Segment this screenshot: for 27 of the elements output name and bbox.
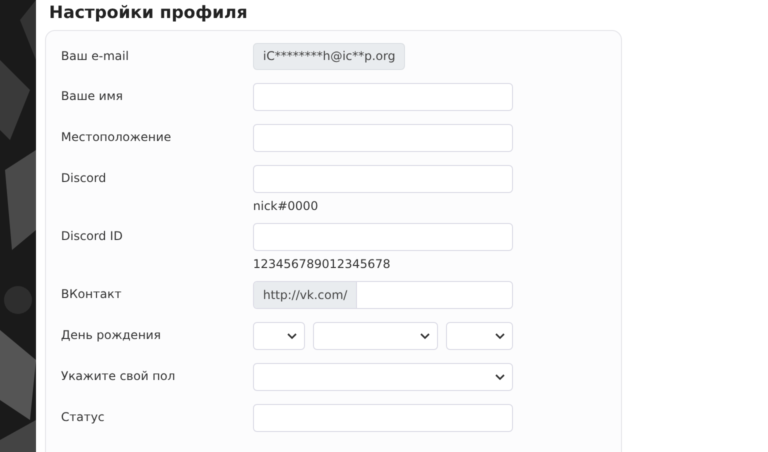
- input-field[interactable]: [253, 83, 513, 111]
- field-label: Статус: [61, 409, 106, 426]
- field-label: ВКонтакт: [61, 286, 123, 303]
- field-label: Discord ID: [61, 228, 124, 245]
- input-field[interactable]: [253, 404, 513, 432]
- year-select[interactable]: [446, 322, 513, 350]
- input-field[interactable]: [253, 165, 513, 193]
- field-label: Discord: [61, 170, 108, 187]
- input-field[interactable]: http://vk.com/: [253, 281, 513, 309]
- input-field[interactable]: [253, 223, 513, 251]
- chevron-icon: [420, 333, 430, 339]
- field-label: Укажите свой пол: [61, 368, 176, 385]
- month-select[interactable]: [313, 322, 438, 350]
- page-title: Настройки профиля: [48, 2, 248, 24]
- field-hint: 123456789012345678: [253, 256, 392, 272]
- field-hint: nick#0000: [253, 198, 320, 214]
- field-label: Местоположение: [61, 129, 172, 146]
- gender-select[interactable]: [253, 363, 513, 391]
- chevron-icon: [495, 333, 505, 339]
- input-field[interactable]: [253, 124, 513, 152]
- day-select[interactable]: [253, 322, 305, 350]
- field-label: Ваш e-mail: [61, 48, 130, 65]
- field-label: День рождения: [61, 327, 162, 344]
- email-value: iC********h@ic**p.org: [253, 43, 406, 70]
- field-label: Ваше имя: [61, 88, 124, 105]
- chevron-icon: [495, 374, 505, 380]
- chevron-icon: [287, 333, 297, 339]
